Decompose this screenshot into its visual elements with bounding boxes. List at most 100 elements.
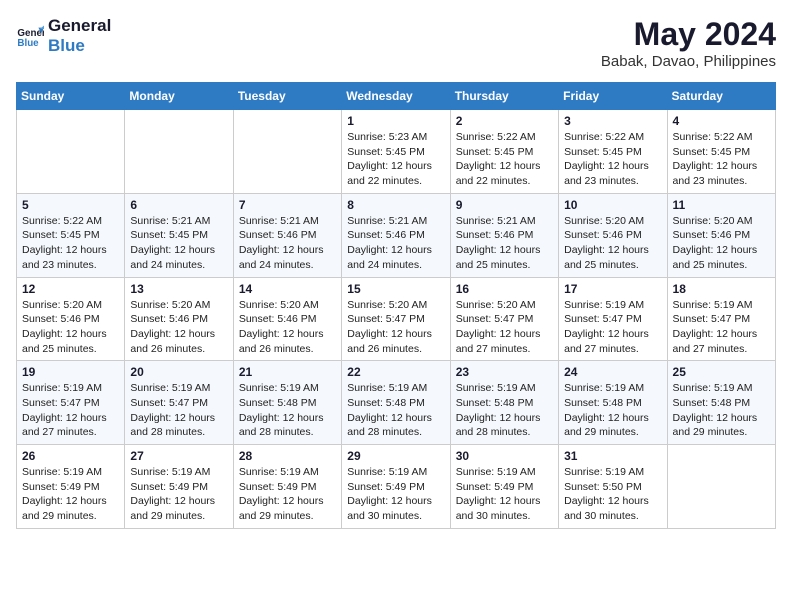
day-number: 24 xyxy=(564,365,661,379)
logo-icon: General Blue xyxy=(16,22,44,50)
day-number: 17 xyxy=(564,282,661,296)
week-row-2: 5 Sunrise: 5:22 AM Sunset: 5:45 PM Daylig… xyxy=(17,193,776,277)
calendar-cell: 3 Sunrise: 5:22 AM Sunset: 5:45 PM Daylig… xyxy=(559,110,667,194)
day-number: 18 xyxy=(673,282,770,296)
calendar-cell: 12 Sunrise: 5:20 AM Sunset: 5:46 PM Dayli… xyxy=(17,277,125,361)
weekday-header-friday: Friday xyxy=(559,83,667,110)
calendar-cell: 31Sunrise: 5:19 AM Sunset: 5:50 PM Dayli… xyxy=(559,445,667,529)
calendar-cell: 6 Sunrise: 5:21 AM Sunset: 5:45 PM Daylig… xyxy=(125,193,233,277)
weekday-header-tuesday: Tuesday xyxy=(233,83,341,110)
day-info: Sunrise: 5:19 AM Sunset: 5:49 PM Dayligh… xyxy=(347,465,444,524)
day-number: 21 xyxy=(239,365,336,379)
day-number: 10 xyxy=(564,198,661,212)
svg-text:Blue: Blue xyxy=(17,38,39,49)
day-info: Sunrise: 5:23 AM Sunset: 5:45 PM Dayligh… xyxy=(347,130,444,189)
calendar-cell: 19Sunrise: 5:19 AM Sunset: 5:47 PM Dayli… xyxy=(17,361,125,445)
day-info: Sunrise: 5:20 AM Sunset: 5:46 PM Dayligh… xyxy=(564,214,661,273)
day-number: 26 xyxy=(22,449,119,463)
week-row-4: 19Sunrise: 5:19 AM Sunset: 5:47 PM Dayli… xyxy=(17,361,776,445)
location: Babak, Davao, Philippines xyxy=(601,53,776,70)
calendar-cell: 25Sunrise: 5:19 AM Sunset: 5:48 PM Dayli… xyxy=(667,361,775,445)
calendar-cell: 27 Sunrise: 5:19 AM Sunset: 5:49 PM Dayli… xyxy=(125,445,233,529)
calendar-cell: 14 Sunrise: 5:20 AM Sunset: 5:46 PM Dayli… xyxy=(233,277,341,361)
day-info: Sunrise: 5:20 AM Sunset: 5:46 PM Dayligh… xyxy=(239,298,336,357)
day-info: Sunrise: 5:19 AM Sunset: 5:49 PM Dayligh… xyxy=(239,465,336,524)
day-info: Sunrise: 5:19 AM Sunset: 5:47 PM Dayligh… xyxy=(22,381,119,440)
day-info: Sunrise: 5:22 AM Sunset: 5:45 PM Dayligh… xyxy=(22,214,119,273)
week-row-1: 1 Sunrise: 5:23 AM Sunset: 5:45 PM Daylig… xyxy=(17,110,776,194)
day-number: 31 xyxy=(564,449,661,463)
day-number: 11 xyxy=(673,198,770,212)
day-info: Sunrise: 5:19 AM Sunset: 5:47 PM Dayligh… xyxy=(564,298,661,357)
day-info: Sunrise: 5:21 AM Sunset: 5:46 PM Dayligh… xyxy=(456,214,553,273)
calendar-cell: 18Sunrise: 5:19 AM Sunset: 5:47 PM Dayli… xyxy=(667,277,775,361)
calendar-cell: 1 Sunrise: 5:23 AM Sunset: 5:45 PM Daylig… xyxy=(342,110,450,194)
day-number: 6 xyxy=(130,198,227,212)
day-info: Sunrise: 5:20 AM Sunset: 5:46 PM Dayligh… xyxy=(22,298,119,357)
calendar-cell xyxy=(667,445,775,529)
calendar-cell: 10 Sunrise: 5:20 AM Sunset: 5:46 PM Dayli… xyxy=(559,193,667,277)
weekday-header-wednesday: Wednesday xyxy=(342,83,450,110)
day-number: 16 xyxy=(456,282,553,296)
day-info: Sunrise: 5:21 AM Sunset: 5:46 PM Dayligh… xyxy=(347,214,444,273)
page-header: General Blue General Blue May 2024 Babak… xyxy=(16,16,776,70)
day-info: Sunrise: 5:20 AM Sunset: 5:47 PM Dayligh… xyxy=(347,298,444,357)
day-info: Sunrise: 5:19 AM Sunset: 5:48 PM Dayligh… xyxy=(456,381,553,440)
logo-line2: Blue xyxy=(48,36,111,56)
calendar-cell: 11 Sunrise: 5:20 AM Sunset: 5:46 PM Dayli… xyxy=(667,193,775,277)
day-number: 27 xyxy=(130,449,227,463)
day-info: Sunrise: 5:20 AM Sunset: 5:46 PM Dayligh… xyxy=(673,214,770,273)
weekday-header-saturday: Saturday xyxy=(667,83,775,110)
day-info: Sunrise: 5:22 AM Sunset: 5:45 PM Dayligh… xyxy=(564,130,661,189)
calendar-cell: 23 Sunrise: 5:19 AM Sunset: 5:48 PM Dayli… xyxy=(450,361,558,445)
calendar-cell: 30 Sunrise: 5:19 AM Sunset: 5:49 PM Dayli… xyxy=(450,445,558,529)
calendar-cell: 21 Sunrise: 5:19 AM Sunset: 5:48 PM Dayli… xyxy=(233,361,341,445)
day-number: 1 xyxy=(347,114,444,128)
day-number: 12 xyxy=(22,282,119,296)
calendar-cell: 4 Sunrise: 5:22 AM Sunset: 5:45 PM Daylig… xyxy=(667,110,775,194)
day-info: Sunrise: 5:22 AM Sunset: 5:45 PM Dayligh… xyxy=(456,130,553,189)
calendar-cell: 29 Sunrise: 5:19 AM Sunset: 5:49 PM Dayli… xyxy=(342,445,450,529)
title-block: May 2024 Babak, Davao, Philippines xyxy=(601,16,776,70)
calendar-cell: 9Sunrise: 5:21 AM Sunset: 5:46 PM Daylig… xyxy=(450,193,558,277)
calendar-cell xyxy=(233,110,341,194)
day-info: Sunrise: 5:19 AM Sunset: 5:49 PM Dayligh… xyxy=(456,465,553,524)
day-number: 20 xyxy=(130,365,227,379)
day-number: 3 xyxy=(564,114,661,128)
day-info: Sunrise: 5:21 AM Sunset: 5:46 PM Dayligh… xyxy=(239,214,336,273)
day-info: Sunrise: 5:19 AM Sunset: 5:48 PM Dayligh… xyxy=(564,381,661,440)
day-number: 14 xyxy=(239,282,336,296)
calendar-cell: 24 Sunrise: 5:19 AM Sunset: 5:48 PM Dayli… xyxy=(559,361,667,445)
day-info: Sunrise: 5:21 AM Sunset: 5:45 PM Dayligh… xyxy=(130,214,227,273)
calendar-cell xyxy=(17,110,125,194)
day-info: Sunrise: 5:20 AM Sunset: 5:46 PM Dayligh… xyxy=(130,298,227,357)
day-number: 28 xyxy=(239,449,336,463)
day-number: 13 xyxy=(130,282,227,296)
calendar-cell: 20 Sunrise: 5:19 AM Sunset: 5:47 PM Dayli… xyxy=(125,361,233,445)
day-number: 4 xyxy=(673,114,770,128)
day-number: 23 xyxy=(456,365,553,379)
week-row-3: 12 Sunrise: 5:20 AM Sunset: 5:46 PM Dayli… xyxy=(17,277,776,361)
day-info: Sunrise: 5:19 AM Sunset: 5:47 PM Dayligh… xyxy=(130,381,227,440)
day-info: Sunrise: 5:20 AM Sunset: 5:47 PM Dayligh… xyxy=(456,298,553,357)
logo-line1: General xyxy=(48,16,111,36)
calendar-cell: 28 Sunrise: 5:19 AM Sunset: 5:49 PM Dayli… xyxy=(233,445,341,529)
day-number: 29 xyxy=(347,449,444,463)
weekday-header-thursday: Thursday xyxy=(450,83,558,110)
day-number: 2 xyxy=(456,114,553,128)
day-info: Sunrise: 5:19 AM Sunset: 5:49 PM Dayligh… xyxy=(130,465,227,524)
day-info: Sunrise: 5:22 AM Sunset: 5:45 PM Dayligh… xyxy=(673,130,770,189)
day-number: 15 xyxy=(347,282,444,296)
day-info: Sunrise: 5:19 AM Sunset: 5:48 PM Dayligh… xyxy=(239,381,336,440)
day-number: 30 xyxy=(456,449,553,463)
calendar-cell: 17 Sunrise: 5:19 AM Sunset: 5:47 PM Dayli… xyxy=(559,277,667,361)
day-number: 7 xyxy=(239,198,336,212)
calendar-cell: 13 Sunrise: 5:20 AM Sunset: 5:46 PM Dayli… xyxy=(125,277,233,361)
day-number: 5 xyxy=(22,198,119,212)
calendar-cell: 15 Sunrise: 5:20 AM Sunset: 5:47 PM Dayli… xyxy=(342,277,450,361)
calendar-cell xyxy=(125,110,233,194)
calendar-cell: 2 Sunrise: 5:22 AM Sunset: 5:45 PM Daylig… xyxy=(450,110,558,194)
day-number: 25 xyxy=(673,365,770,379)
calendar: SundayMondayTuesdayWednesdayThursdayFrid… xyxy=(16,82,776,529)
weekday-header-sunday: Sunday xyxy=(17,83,125,110)
